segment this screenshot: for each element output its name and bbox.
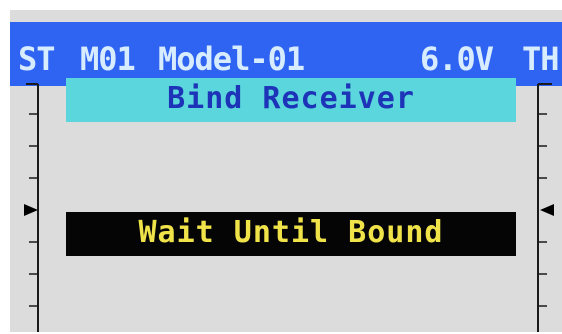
left-trim-pointer-icon <box>24 204 38 216</box>
screen-title-bar: Bind Receiver <box>66 78 516 122</box>
screen-title: Bind Receiver <box>167 81 415 116</box>
left-channel-label: ST <box>18 40 56 78</box>
status-message: Wait Until Bound <box>138 215 444 250</box>
right-trim-gauge <box>532 82 554 332</box>
model-name: Model-01 <box>158 40 305 78</box>
right-trim-pointer-icon <box>540 204 554 216</box>
lcd-screen: ST M01 Model-01 6.0V TH Bind Receiver Wa… <box>10 10 562 332</box>
right-trim-scale <box>537 83 554 332</box>
status-header: ST M01 Model-01 6.0V TH <box>10 22 562 86</box>
battery-voltage: 6.0V <box>420 40 494 78</box>
right-channel-label: TH <box>522 40 560 78</box>
model-id: M01 <box>80 40 136 78</box>
status-message-box: Wait Until Bound <box>66 212 516 256</box>
left-trim-scale <box>24 83 39 332</box>
left-trim-gauge <box>24 82 46 332</box>
